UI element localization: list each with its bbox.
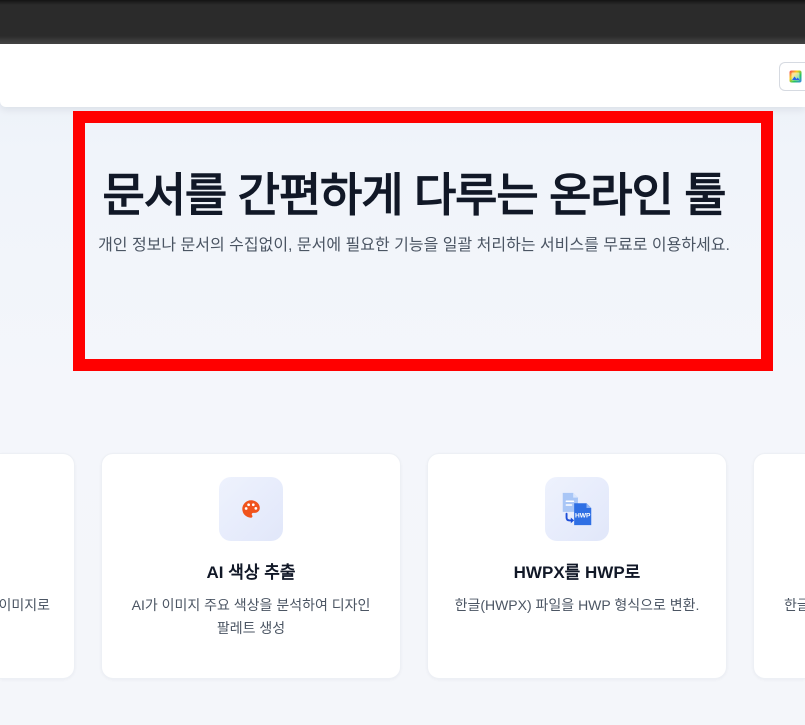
tool-card-hwpx-to-hwp[interactable]: HWP HWPX를 HWP로 한글(HWPX) 파일을 HWP 형식으로 변환.	[427, 453, 727, 679]
tool-card-description: 한글(HWPX) 파일을 HWP 형식으로 변환.	[454, 597, 700, 613]
page-subtitle: 개인 정보나 문서의 수집없이, 문서에 필요한 기능을 일괄 처리하는 서비스…	[98, 237, 730, 254]
tool-card-partial-right[interactable]: 한글	[753, 453, 805, 679]
tool-card-ai-color-extract[interactable]: AI 색상 추출 AI가 이미지 주요 색상을 분석하여 디자인 팔레트 생성	[101, 453, 401, 679]
hwp-icon-label: HWP	[575, 513, 591, 520]
palette-icon	[240, 498, 262, 520]
tool-card-description: 이미지로	[0, 597, 50, 613]
tool-card-partial-left[interactable]: 이미지로	[0, 453, 75, 679]
gallery-icon	[789, 70, 802, 83]
tool-card-title: HWPX를 HWP로	[513, 563, 641, 582]
tool-icon-box	[219, 477, 283, 541]
tool-card-title: AI 색상 추출	[206, 563, 296, 582]
tool-icon-box: HWP	[545, 477, 609, 541]
tool-card-description: AI가 이미지 주요 색상을 분석하여 디자인 팔레트 생성	[131, 597, 371, 636]
site-header	[0, 44, 805, 107]
page-title: 문서를 간편하게 다루는 온라인 툴	[102, 169, 727, 221]
gallery-button[interactable]	[779, 62, 805, 91]
browser-top-bar	[0, 0, 805, 44]
hwpx-to-hwp-icon: HWP	[558, 490, 596, 528]
tool-card-description: 한글	[784, 597, 805, 613]
